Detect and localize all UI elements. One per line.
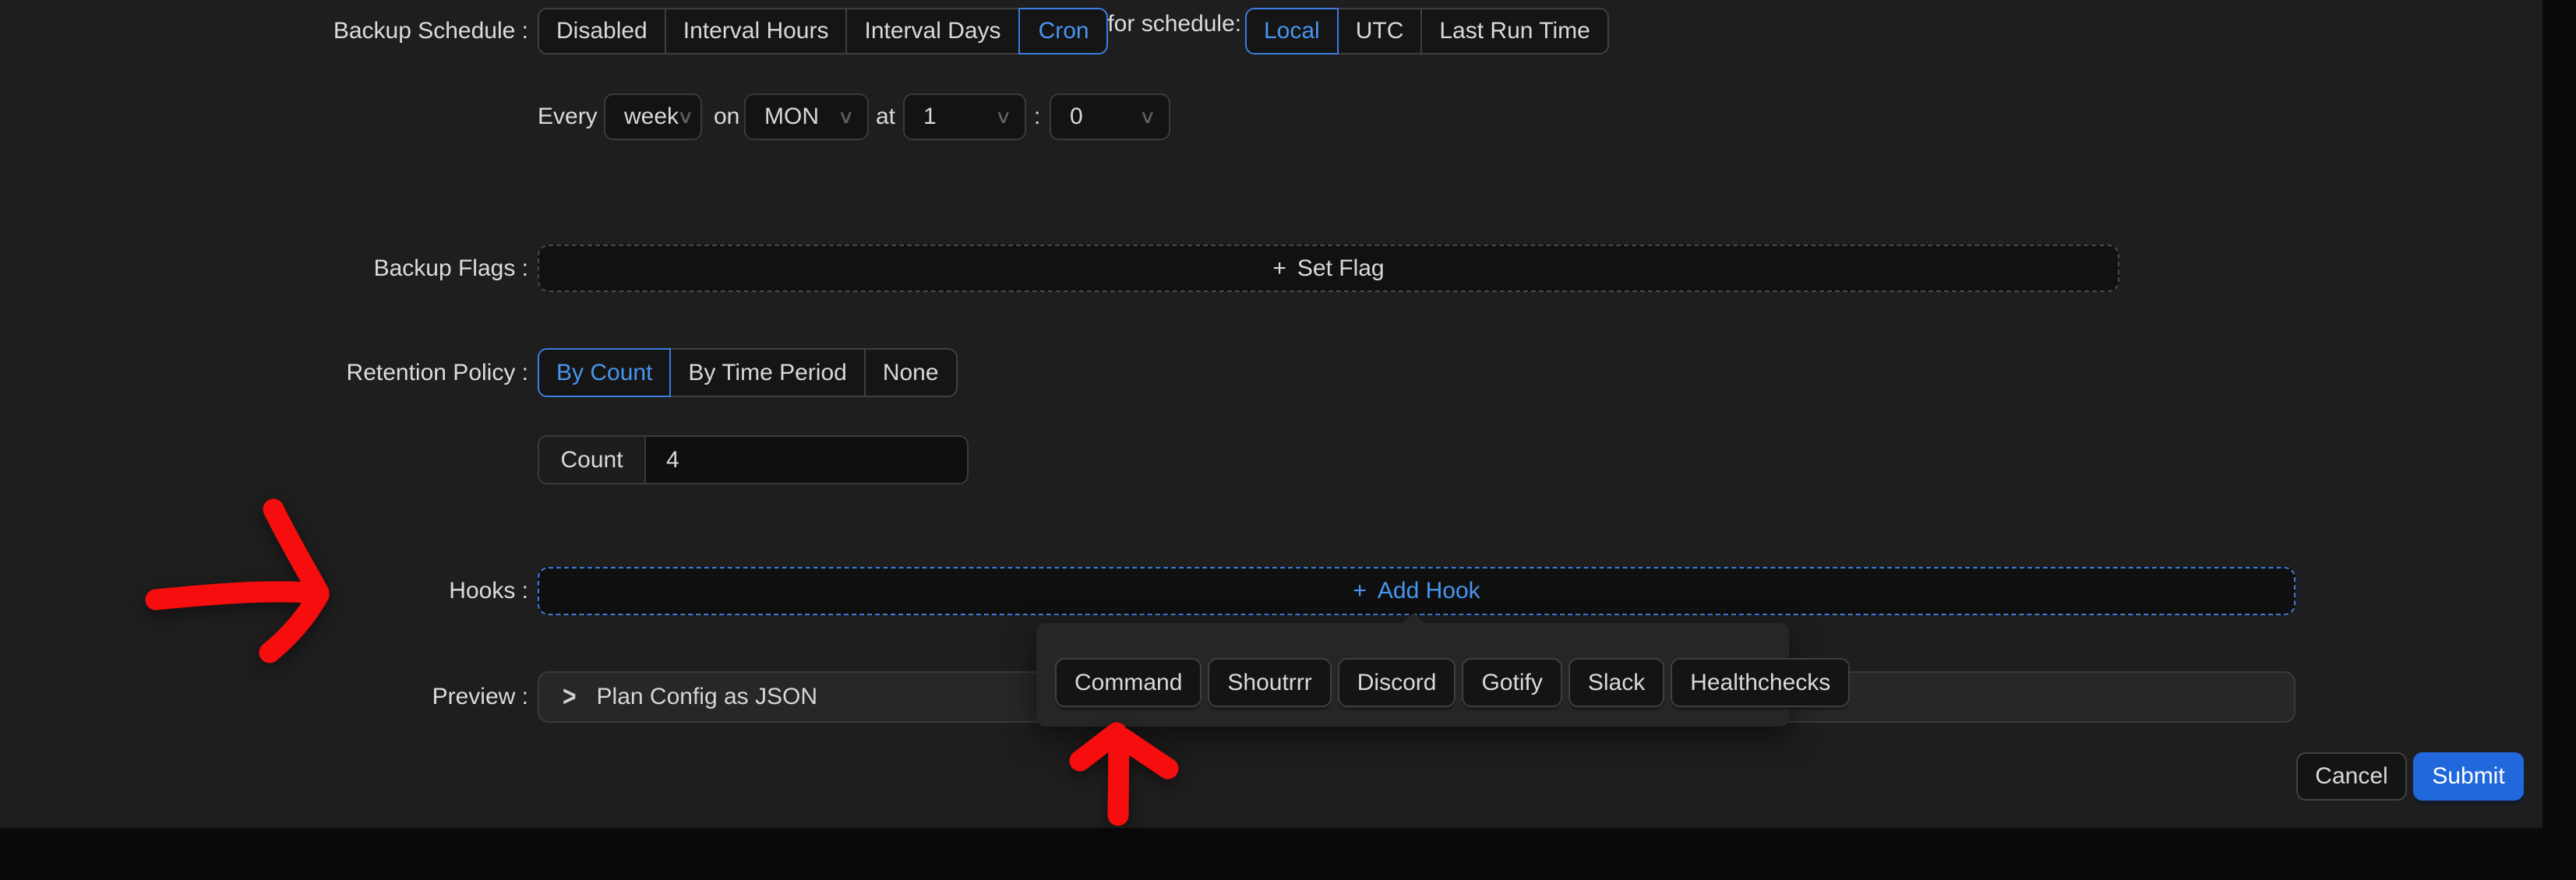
count-addon-label: Count — [539, 437, 646, 483]
plan-config-json-header: Plan Config as JSON — [597, 684, 817, 710]
retention-option-by-count[interactable]: By Count — [538, 348, 671, 397]
cron-every-label: Every — [538, 93, 598, 140]
chevron-right-icon: > — [563, 681, 577, 714]
cron-frequency-select[interactable]: week ∨ — [604, 93, 702, 140]
form-content-area: Backup Schedule : Disabled Interval Hour… — [0, 0, 2542, 828]
hook-type-slack[interactable]: Slack — [1569, 658, 1664, 707]
bottom-black-bar — [0, 828, 2576, 880]
plus-icon: + — [1353, 578, 1367, 604]
clock-option-last-run-time[interactable]: Last Run Time — [1422, 8, 1608, 55]
backup-schedule-label: Backup Schedule : — [234, 8, 528, 55]
retention-option-none[interactable]: None — [866, 348, 958, 397]
cron-time-separator: : — [1034, 93, 1040, 140]
clock-option-local[interactable]: Local — [1245, 8, 1339, 55]
cron-day-value: MON — [764, 104, 819, 130]
chevron-down-icon: ∨ — [995, 106, 1012, 128]
cron-at-label: at — [876, 93, 895, 140]
retention-group: By Count By Time Period None — [538, 348, 958, 397]
submit-button[interactable]: Submit — [2413, 752, 2524, 801]
backup-schedule-group: Disabled Interval Hours Interval Days Cr… — [538, 8, 1108, 55]
cron-frequency-value: week — [624, 104, 679, 130]
hook-type-gotify[interactable]: Gotify — [1462, 658, 1561, 707]
cron-minute-select[interactable]: 0 ∨ — [1050, 93, 1170, 140]
hook-type-discord[interactable]: Discord — [1338, 658, 1456, 707]
hook-type-shoutrrr[interactable]: Shoutrrr — [1208, 658, 1331, 707]
plan-form-screen: Backup Schedule : Disabled Interval Hour… — [0, 0, 2576, 880]
cron-minute-value: 0 — [1070, 104, 1083, 130]
chevron-down-icon: ∨ — [1139, 106, 1156, 128]
hook-type-healthchecks[interactable]: Healthchecks — [1671, 658, 1850, 707]
schedule-option-cron[interactable]: Cron — [1018, 8, 1108, 55]
schedule-option-interval-days[interactable]: Interval Days — [847, 8, 1019, 55]
retention-policy-label: Retention Policy : — [234, 348, 528, 397]
schedule-option-disabled[interactable]: Disabled — [538, 8, 666, 55]
cron-hour-select[interactable]: 1 ∨ — [903, 93, 1026, 140]
set-flag-button[interactable]: + Set Flag — [538, 245, 2119, 292]
cron-on-label: on — [714, 93, 739, 140]
chevron-down-icon: ∨ — [838, 106, 855, 128]
count-input[interactable] — [646, 437, 967, 483]
count-input-group: Count — [538, 435, 969, 484]
plus-icon: + — [1272, 255, 1286, 282]
chevron-down-icon: ∨ — [677, 106, 694, 128]
hook-type-menu: Command Shoutrrr Discord Gotify Slack He… — [1036, 623, 1789, 727]
backup-flags-label: Backup Flags : — [234, 245, 528, 292]
hooks-label: Hooks : — [234, 567, 528, 615]
clock-option-utc[interactable]: UTC — [1339, 8, 1423, 55]
cron-hour-value: 1 — [923, 104, 937, 130]
add-hook-button-label: Add Hook — [1378, 578, 1480, 604]
schedule-option-interval-hours[interactable]: Interval Hours — [666, 8, 848, 55]
retention-option-by-time-period[interactable]: By Time Period — [671, 348, 865, 397]
add-hook-button[interactable]: + Add Hook — [538, 567, 2295, 615]
cron-day-select[interactable]: MON ∨ — [744, 93, 869, 140]
cancel-button[interactable]: Cancel — [2296, 752, 2407, 801]
clock-group: Local UTC Last Run Time — [1245, 8, 1609, 55]
preview-label: Preview : — [234, 671, 528, 723]
hook-type-command[interactable]: Command — [1055, 658, 1202, 707]
set-flag-button-label: Set Flag — [1297, 255, 1385, 282]
